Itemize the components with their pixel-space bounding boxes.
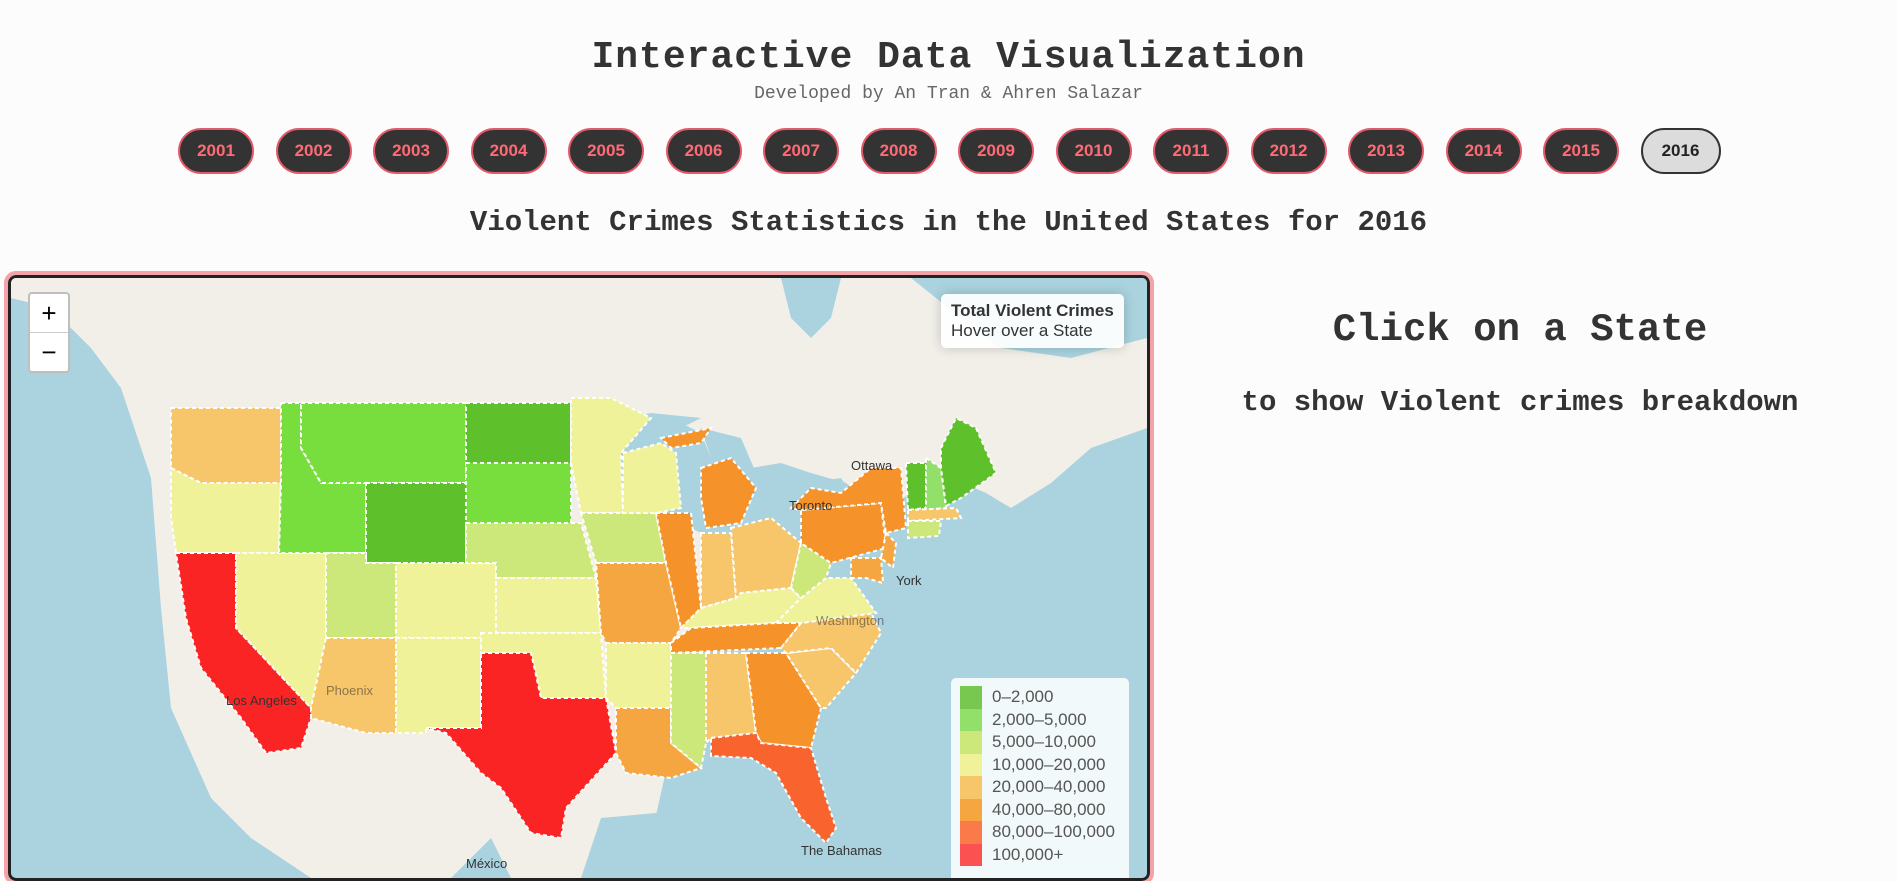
panel-subtitle: to show Violent crimes breakdown <box>1241 386 1799 419</box>
state-colorado[interactable] <box>395 562 497 639</box>
legend-item: 10,000–20,000 <box>960 753 1129 776</box>
year-button-2009[interactable]: 2009 <box>958 128 1034 174</box>
legend-label: 2,000–5,000 <box>992 709 1087 729</box>
gulf-coast-water <box>581 808 801 878</box>
map-heading: Violent Crimes Statistics in the United … <box>469 206 1428 239</box>
choropleth-map[interactable]: + − Total Violent Crimes Hover over a St… <box>4 271 1154 881</box>
year-button-2010[interactable]: 2010 <box>1055 128 1132 174</box>
legend-swatch <box>960 753 982 776</box>
year-button-2007[interactable]: 2007 <box>763 128 839 174</box>
state-massachusetts[interactable] <box>907 506 963 523</box>
legend-label: 80,000–100,000 <box>992 822 1115 842</box>
state-north-dakota[interactable] <box>465 402 572 464</box>
year-button-2001[interactable]: 2001 <box>178 128 254 174</box>
state-iowa[interactable] <box>579 512 668 564</box>
year-button-2011[interactable]: 2011 <box>1153 128 1229 174</box>
year-button-2016[interactable]: 2016 <box>1640 128 1721 174</box>
map-label-washington: Washington <box>816 613 885 628</box>
state-washington[interactable] <box>170 407 282 484</box>
legend-item: 2,000–5,000 <box>960 708 1129 731</box>
legend-swatch <box>960 708 982 731</box>
state-wisconsin[interactable] <box>622 441 683 514</box>
year-button-2008[interactable]: 2008 <box>860 128 937 174</box>
legend-item: 80,000–100,000 <box>960 821 1129 844</box>
page-subtitle: Developed by An Tran & Ahren Salazar <box>754 84 1143 104</box>
legend-swatch <box>960 731 982 754</box>
legend-swatch <box>960 821 982 844</box>
legend-swatch <box>960 798 982 821</box>
info-hint: Hover over a State <box>951 321 1093 340</box>
legend-item: 20,000–40,000 <box>960 776 1129 799</box>
state-montana[interactable] <box>300 402 467 484</box>
zoom-control: + − <box>28 292 70 373</box>
year-button-2012[interactable]: 2012 <box>1250 128 1327 174</box>
legend-swatch <box>960 686 982 709</box>
year-button-2015[interactable]: 2015 <box>1543 128 1619 174</box>
state-wyoming[interactable] <box>365 482 467 564</box>
legend-item: 100,000+ <box>960 843 1129 866</box>
state-arkansas[interactable] <box>605 642 672 709</box>
map-label-los-angeles: Los Angeles <box>226 693 297 708</box>
state-south-dakota[interactable] <box>465 462 572 524</box>
legend-label: 5,000–10,000 <box>992 732 1096 752</box>
legend-swatch <box>960 843 982 866</box>
legend-item: 5,000–10,000 <box>960 731 1129 754</box>
legend-label: 40,000–80,000 <box>992 799 1106 819</box>
zoom-in-button[interactable]: + <box>30 294 68 332</box>
page-title: Interactive Data Visualization <box>591 36 1306 79</box>
legend-label: 100,000+ <box>992 844 1064 864</box>
legend-swatch <box>960 776 982 799</box>
state-utah[interactable] <box>325 552 397 639</box>
legend-item: 0–2,000 <box>960 686 1129 709</box>
year-button-2004[interactable]: 2004 <box>470 128 547 174</box>
legend-label: 20,000–40,000 <box>992 777 1106 797</box>
map-label-phoenix: Phoenix <box>326 683 373 698</box>
map-label-york: York <box>896 573 922 588</box>
map-label-bahamas: The Bahamas <box>801 843 882 858</box>
year-button-2014[interactable]: 2014 <box>1445 128 1522 174</box>
year-button-2003[interactable]: 2003 <box>373 128 449 174</box>
state-vermont[interactable] <box>904 462 927 512</box>
map-label-mexico: México <box>466 856 508 871</box>
year-button-2002[interactable]: 2002 <box>275 128 352 174</box>
info-box: Total Violent Crimes Hover over a State <box>941 294 1124 348</box>
year-button-2013[interactable]: 2013 <box>1348 128 1424 174</box>
map-label-toronto: Toronto <box>789 498 833 513</box>
panel-title: Click on a State <box>1332 308 1708 352</box>
map-legend: 0–2,000 2,000–5,000 5,000–10,000 10,000–… <box>951 678 1129 878</box>
state-new-mexico[interactable] <box>395 637 482 734</box>
legend-label: 10,000–20,000 <box>992 754 1106 774</box>
map-label-ottawa: Ottawa <box>851 458 893 473</box>
year-button-2006[interactable]: 2006 <box>665 128 742 174</box>
year-button-2005[interactable]: 2005 <box>568 128 644 174</box>
info-title: Total Violent Crimes <box>951 301 1114 320</box>
state-delaware-maryland[interactable] <box>850 557 885 585</box>
state-kansas[interactable] <box>495 577 603 634</box>
zoom-out-button[interactable]: − <box>30 332 68 371</box>
legend-item: 40,000–80,000 <box>960 798 1129 821</box>
state-indiana[interactable] <box>700 532 738 610</box>
legend-label: 0–2,000 <box>992 687 1054 707</box>
state-connecticut-ri[interactable] <box>907 520 943 540</box>
